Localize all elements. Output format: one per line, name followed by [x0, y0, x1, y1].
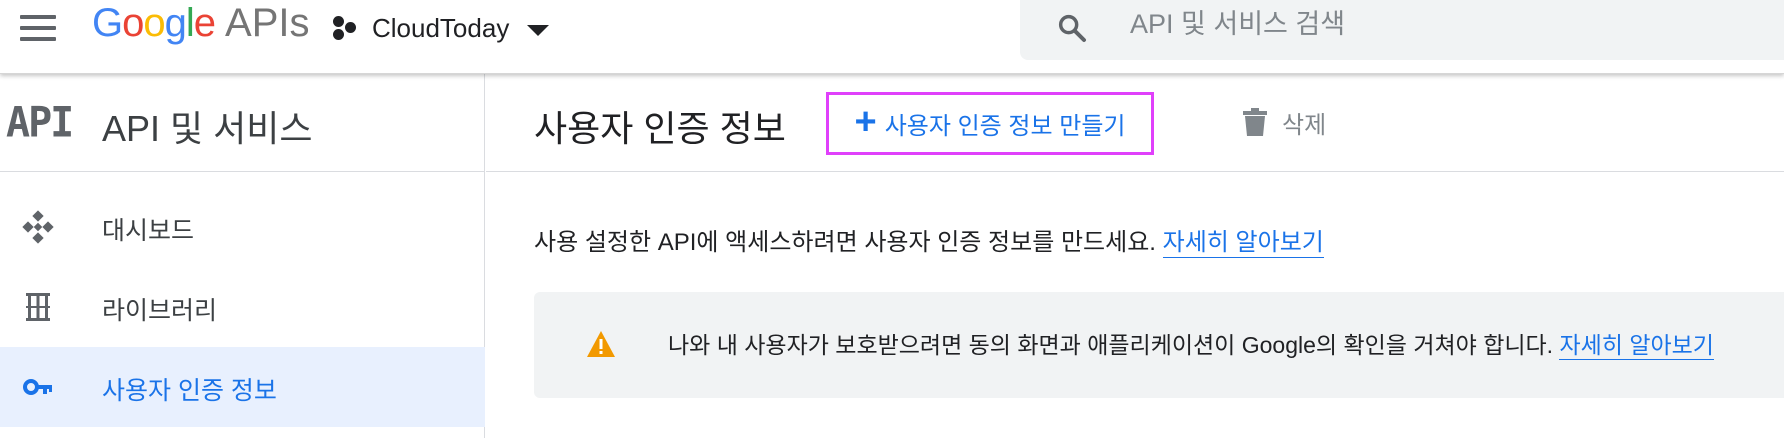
- sidebar-item-label: 라이브러리: [102, 297, 218, 325]
- project-icon: [332, 15, 358, 41]
- api-logo-icon: API: [6, 98, 74, 148]
- google-apis-logo[interactable]: Google APIs: [92, 0, 310, 46]
- sidebar-item-dashboard[interactable]: 대시보드: [0, 187, 485, 267]
- info-text: 사용 설정한 API에 액세스하려면 사용자 인증 정보를 만드세요.: [534, 229, 1156, 256]
- create-credentials-button[interactable]: + 사용자 인증 정보 만들기: [826, 92, 1154, 155]
- warning-message: 나와 내 사용자가 보호받으려면 동의 화면과 애플리케이션이 Google의 …: [668, 326, 1714, 360]
- project-name: CloudToday: [372, 12, 510, 43]
- logo-apis-text: APIs: [225, 1, 310, 45]
- plus-icon: +: [854, 100, 877, 143]
- dropdown-caret-icon: [527, 24, 550, 36]
- sidebar-item-credentials[interactable]: 사용자 인증 정보: [0, 347, 485, 427]
- dashboard-icon: [22, 210, 54, 244]
- warning-icon: [587, 331, 615, 357]
- warning-learn-more-link[interactable]: 자세히 알아보기: [1559, 332, 1714, 360]
- delete-button[interactable]: 삭제: [1242, 102, 1326, 142]
- page-title: 사용자 인증 정보: [534, 108, 786, 149]
- create-credentials-label: 사용자 인증 정보 만들기: [884, 113, 1126, 140]
- action-bar: 사용자 인증 정보 + 사용자 인증 정보 만들기 삭제: [486, 74, 1784, 172]
- library-icon: [26, 293, 50, 321]
- delete-label: 삭제: [1282, 111, 1327, 139]
- sidebar-header: API API 및 서비스: [0, 74, 485, 172]
- hamburger-menu-icon[interactable]: [14, 10, 62, 46]
- search-bar[interactable]: [1020, 0, 1784, 60]
- sidebar-item-library[interactable]: 라이브러리: [0, 267, 485, 347]
- search-icon[interactable]: [1056, 12, 1088, 44]
- main-content: 사용자 인증 정보 + 사용자 인증 정보 만들기 삭제 사용 설정한 API에…: [486, 74, 1784, 438]
- trash-icon: [1243, 108, 1267, 136]
- sidebar-title: API 및 서비스: [102, 108, 313, 149]
- sidebar-item-label: 사용자 인증 정보: [102, 377, 277, 405]
- warning-text: 나와 내 사용자가 보호받으려면 동의 화면과 애플리케이션이 Google의 …: [668, 332, 1554, 358]
- top-app-bar: Google APIs CloudToday: [0, 0, 1784, 74]
- warning-banner: 나와 내 사용자가 보호받으려면 동의 화면과 애플리케이션이 Google의 …: [534, 292, 1784, 398]
- left-nav: API API 및 서비스 대시보드 라이브러리 사용자 인증 정보: [0, 74, 485, 438]
- sidebar-item-label: 대시보드: [102, 217, 195, 245]
- info-message: 사용 설정한 API에 액세스하려면 사용자 인증 정보를 만드세요. 자세히 …: [534, 222, 1324, 258]
- search-input[interactable]: [1130, 4, 1750, 44]
- key-icon: [23, 379, 52, 395]
- project-selector[interactable]: CloudToday: [332, 8, 550, 48]
- learn-more-link[interactable]: 자세히 알아보기: [1162, 229, 1324, 258]
